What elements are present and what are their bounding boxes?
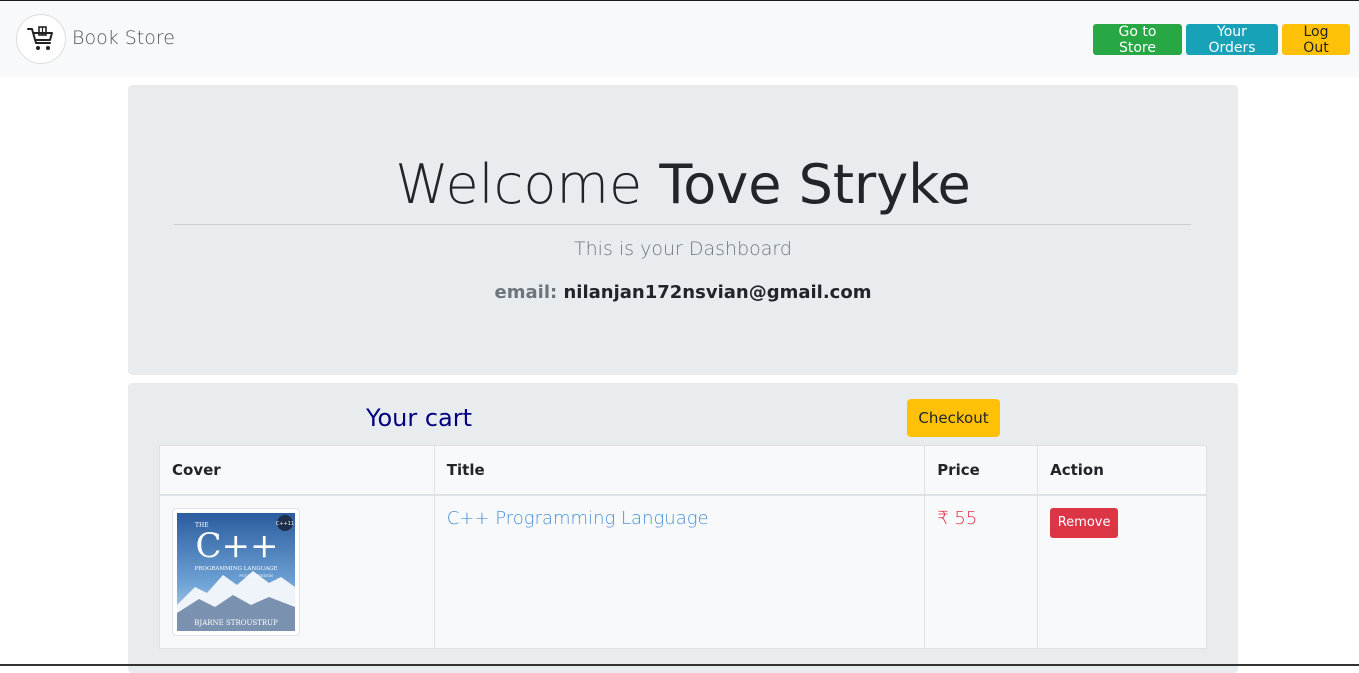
price-cell: ₹ 55 — [924, 494, 1039, 649]
column-header-price: Price — [924, 445, 1039, 496]
book-price: ₹ 55 — [937, 507, 978, 529]
cart-section: Your cart Checkout Cover Title Price Act… — [128, 383, 1238, 673]
cart-table: Cover Title Price Action C++11 THE C++ P… — [159, 445, 1207, 649]
cart-title: Your cart — [366, 404, 473, 432]
book-cover-image: C++11 THE C++ PROGRAMMING LANGUAGE FOURT… — [177, 512, 295, 631]
book-title-link[interactable]: C++ Programming Language — [447, 508, 709, 529]
cover-sub: PROGRAMMING LANGUAGE — [195, 566, 278, 572]
title-cell: C++ Programming Language — [433, 494, 926, 649]
dashboard-subtitle: This is your Dashboard — [574, 238, 792, 260]
checkout-button[interactable]: Checkout — [907, 399, 1000, 437]
email-value: nilanjan172nsvian@gmail.com — [563, 282, 872, 303]
welcome-heading: Welcome Tove Stryke — [128, 153, 1238, 216]
divider — [174, 224, 1191, 225]
action-cell: Remove — [1037, 494, 1207, 649]
user-name: Tove Stryke — [659, 153, 971, 216]
column-header-action: Action — [1037, 445, 1207, 496]
welcome-prefix: Welcome — [395, 153, 643, 216]
dashboard-jumbotron: Welcome Tove Stryke This is your Dashboa… — [128, 85, 1238, 375]
table-row: C++11 THE C++ PROGRAMMING LANGUAGE FOURT… — [159, 494, 1207, 649]
book-cover: C++11 THE C++ PROGRAMMING LANGUAGE FOURT… — [172, 507, 300, 636]
brand-logo[interactable] — [16, 14, 66, 64]
your-orders-button[interactable]: Your Orders — [1186, 24, 1278, 56]
table-header-row: Cover Title Price Action — [159, 445, 1207, 496]
cover-main: C++ — [196, 526, 279, 566]
cover-cell: C++11 THE C++ PROGRAMMING LANGUAGE FOURT… — [159, 494, 435, 649]
brand-title[interactable]: Book Store — [72, 27, 175, 49]
remove-button[interactable]: Remove — [1050, 507, 1119, 538]
column-header-cover: Cover — [159, 445, 435, 496]
column-header-title: Title — [433, 445, 926, 496]
cover-author: BJARNE STROUSTRUP — [194, 619, 278, 627]
cover-badge: C++11 — [276, 521, 294, 527]
email-label: email: — [494, 282, 558, 303]
log-out-button[interactable]: Log Out — [1282, 24, 1350, 56]
shopping-cart-icon — [27, 26, 53, 50]
go-to-store-button[interactable]: Go to Store — [1093, 24, 1182, 56]
email-line: email: nilanjan172nsvian@gmail.com — [128, 282, 1238, 303]
navbar: Book Store Go to Store Your Orders Log O… — [0, 1, 1359, 77]
cover-edition: FOURTH EDITION — [239, 574, 273, 578]
